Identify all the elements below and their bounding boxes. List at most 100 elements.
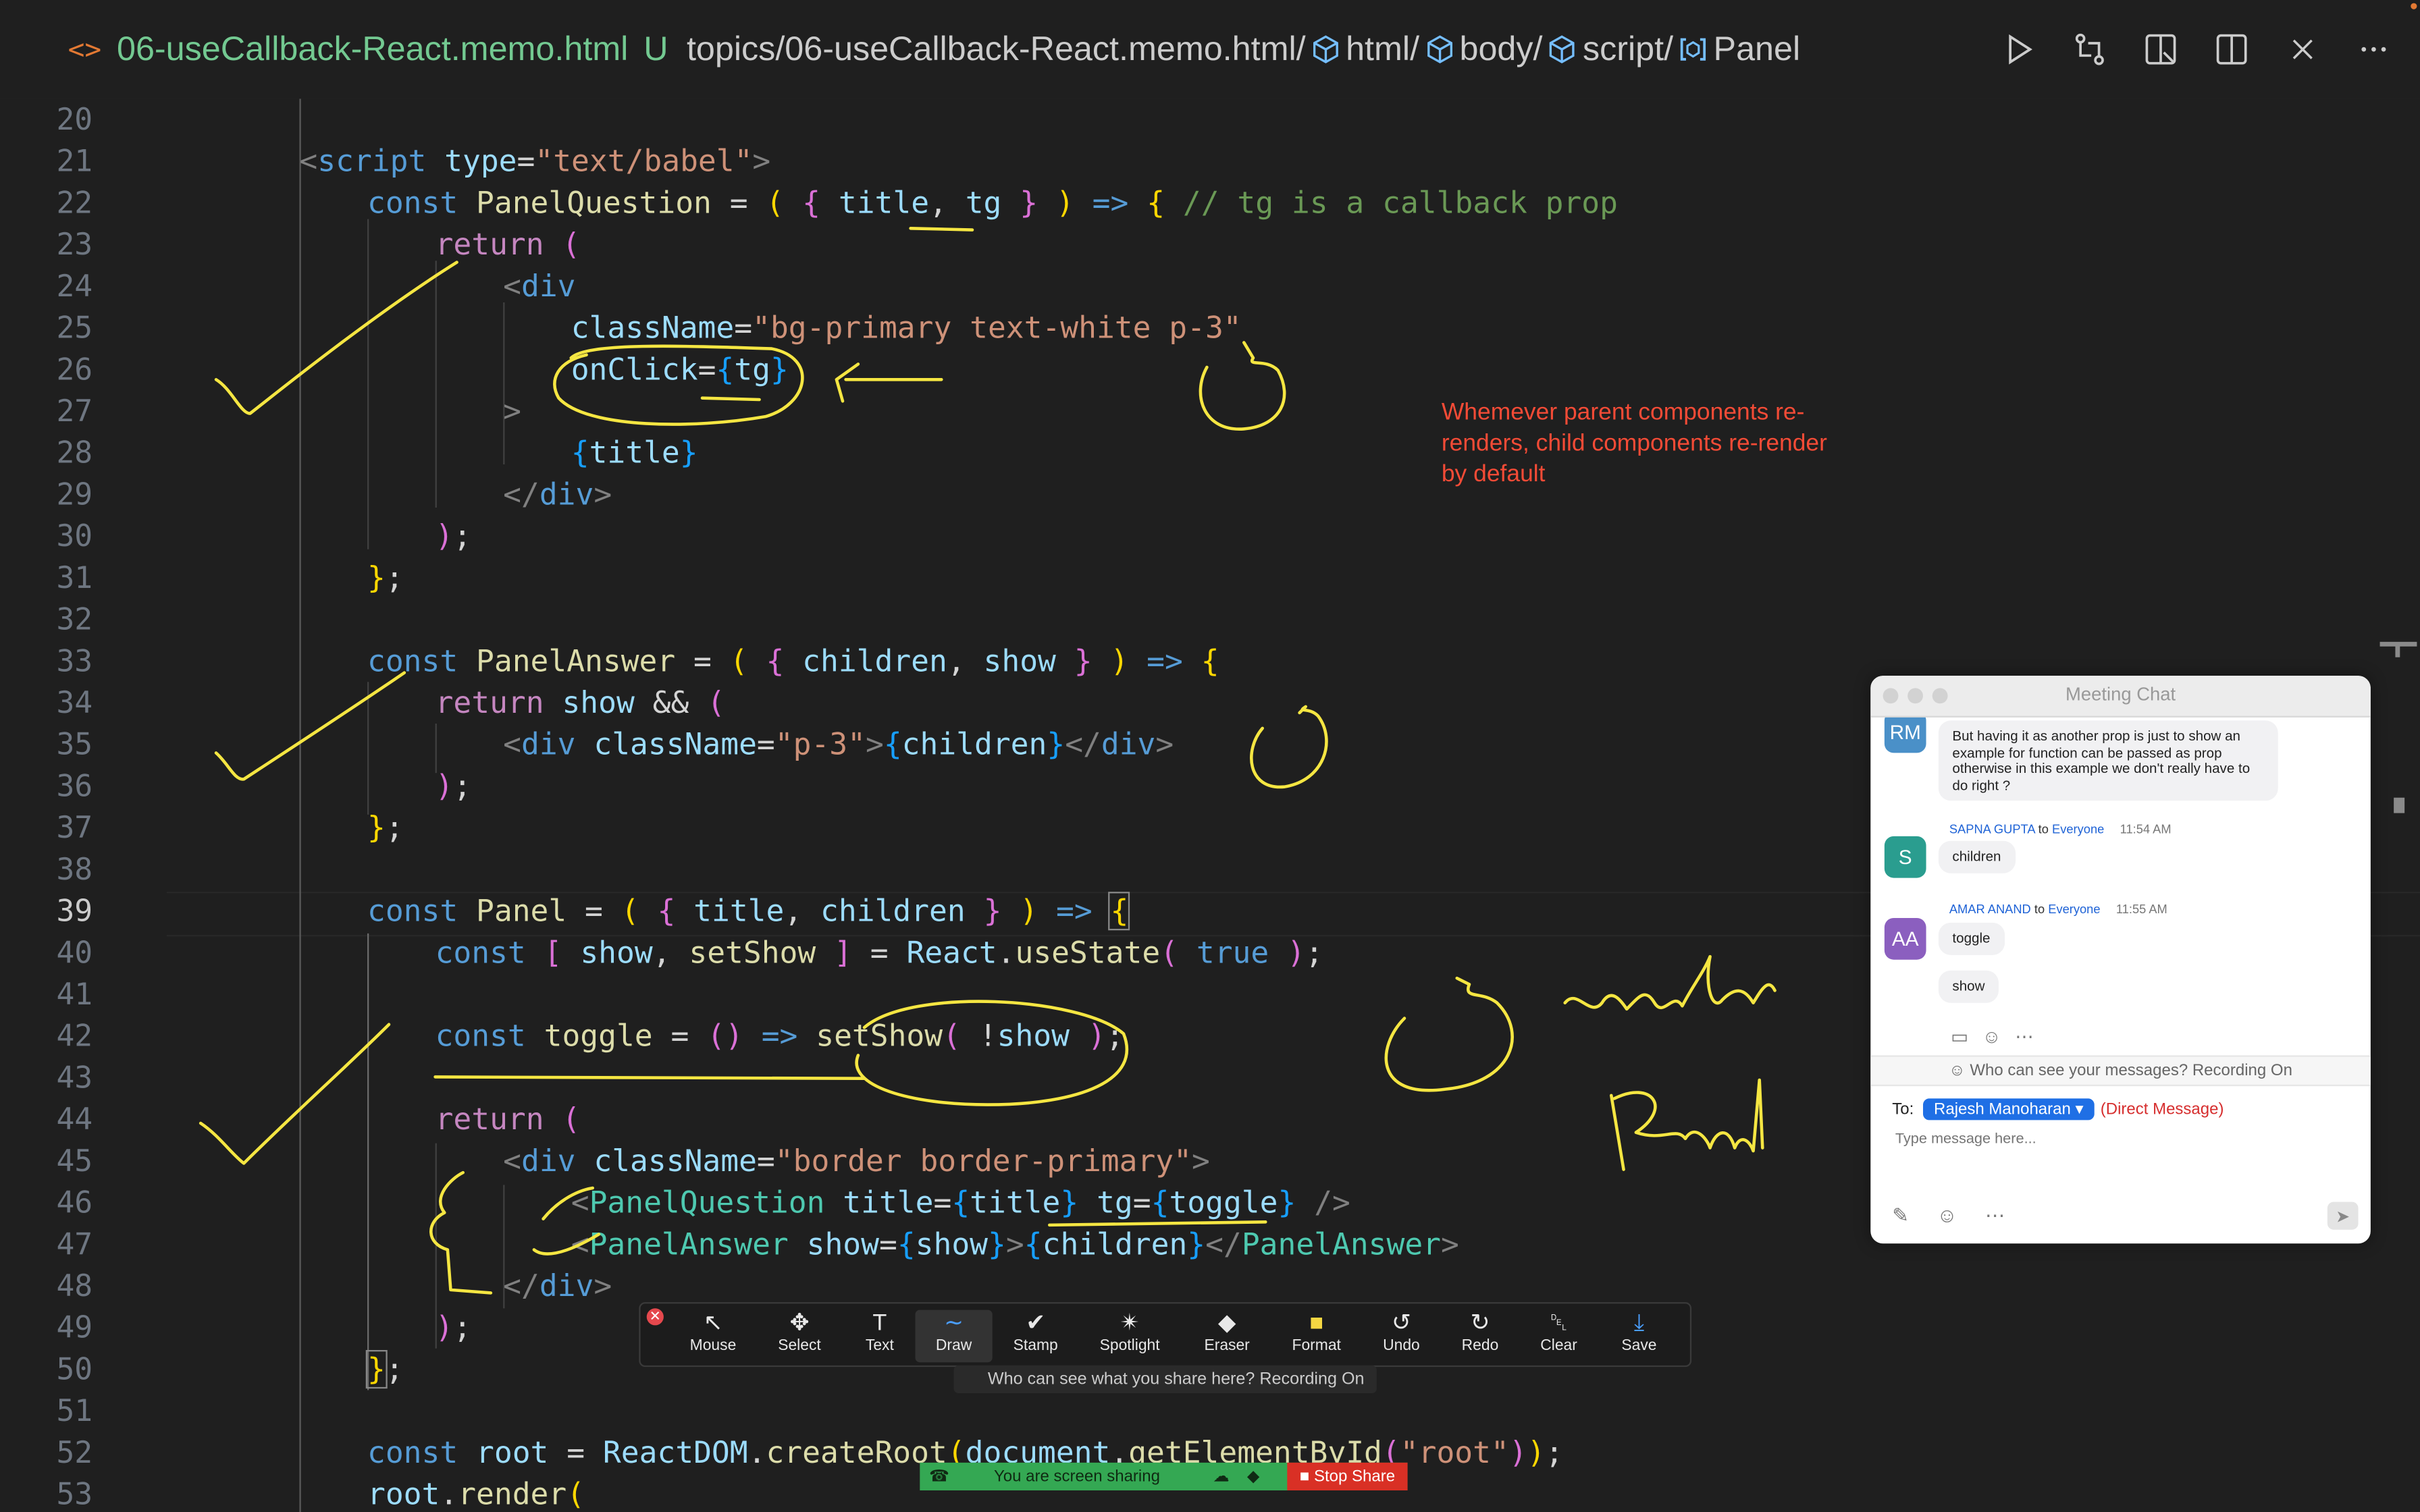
line-number: 32 — [56, 601, 93, 637]
code-line[interactable]: 30); — [0, 515, 2420, 557]
line-code: </div> — [503, 477, 612, 512]
breadcrumb[interactable]: topics/06-useCallback-React.memo.html/ h… — [687, 29, 1800, 69]
line-code: {title} — [571, 435, 698, 471]
compare-changes-icon[interactable] — [2071, 31, 2108, 68]
more-icon[interactable]: ⋯ — [2015, 1026, 2033, 1048]
line-code: const PanelAnswer = ( { children, show }… — [367, 643, 1219, 679]
code-line[interactable]: 28 {title} — [0, 432, 2420, 474]
tool-label: Stamp — [1013, 1337, 1058, 1355]
line-code: return show && ( — [435, 684, 726, 721]
line-code: const PanelQuestion = ( { title, tg } ) … — [367, 185, 1618, 221]
code-line[interactable]: 25 className="bg-primary text-white p-3" — [0, 307, 2420, 349]
close-icon[interactable] — [2284, 31, 2321, 68]
breadcrumb-panel[interactable]: Panel — [1714, 29, 1801, 69]
line-number: 44 — [56, 1101, 93, 1137]
code-line[interactable]: 24 <div — [0, 265, 2420, 307]
tool-label: Draw — [935, 1337, 972, 1355]
tool-undo[interactable]: ↺ Undo — [1363, 1310, 1440, 1363]
undo-icon: ↺ — [1392, 1310, 1411, 1336]
breadcrumb-script[interactable]: script/ — [1583, 29, 1673, 69]
message-actions: ▭ ☺ ⋯ — [1951, 1026, 2034, 1048]
code-line[interactable]: 48 </div> — [0, 1265, 2420, 1307]
privacy-notice[interactable]: ☺ Who can see your messages? Recording O… — [1870, 1055, 2371, 1087]
cube-icon — [1427, 35, 1452, 63]
split-editor-icon[interactable] — [2213, 31, 2251, 68]
chat-message-input[interactable] — [1892, 1129, 2346, 1150]
code-line[interactable]: 22 const PanelQuestion = ( { title, tg } … — [0, 182, 2420, 224]
chat-message: But having it as another prop is just to… — [1938, 720, 2278, 801]
scrollbar-marker[interactable] — [2395, 645, 2400, 657]
tool-mouse[interactable]: ↖ Mouse — [675, 1310, 752, 1363]
format-icon: ■ — [1309, 1310, 1324, 1336]
line-number: 47 — [56, 1226, 93, 1262]
line-code: > — [503, 393, 521, 429]
line-code: return ( — [435, 1101, 581, 1137]
code-line[interactable]: 31}; — [0, 557, 2420, 599]
line-number: 50 — [56, 1351, 93, 1387]
tool-format[interactable]: ■ Format — [1278, 1310, 1355, 1363]
more-icon[interactable] — [2355, 31, 2392, 68]
breadcrumb-body[interactable]: body/ — [1459, 29, 1542, 69]
stamp-icon: ✔ — [1026, 1310, 1046, 1336]
breadcrumb-html[interactable]: html/ — [1346, 29, 1419, 69]
draw-icon: ∼ — [944, 1310, 964, 1336]
recipient-select[interactable]: Rajesh Manoharan ▾ — [1923, 1098, 2095, 1120]
tool-text[interactable]: T Text — [841, 1310, 918, 1363]
share-privacy-notice[interactable]: Who can see what you share here? Recordi… — [953, 1365, 1377, 1393]
chat-titlebar[interactable]: Meeting Chat — [1870, 676, 2371, 718]
tool-label: Mouse — [689, 1337, 737, 1355]
line-number: 52 — [56, 1434, 93, 1471]
emoji-icon[interactable]: ☺ — [1937, 1204, 1957, 1228]
line-number: 46 — [56, 1185, 93, 1220]
line-number: 37 — [56, 809, 93, 846]
tool-save[interactable]: ⤓ Save — [1600, 1310, 1677, 1363]
meeting-chat-window[interactable]: Meeting Chat RM But having it as another… — [1870, 676, 2371, 1244]
code-line[interactable]: 21 <script type="text/babel"> — [0, 140, 2420, 182]
code-line[interactable]: 23 return ( — [0, 223, 2420, 265]
code-line[interactable]: 51 — [0, 1390, 2420, 1432]
html-file-icon: <> — [68, 33, 102, 66]
tool-stamp[interactable]: ✔ Stamp — [997, 1310, 1074, 1363]
code-line[interactable]: 27 > — [0, 390, 2420, 432]
code-line[interactable]: 20 — [0, 99, 2420, 140]
line-code: const Panel = ( { title, children } ) =>… — [367, 892, 1130, 931]
file-name-tab[interactable]: 06-useCallback-React.memo.html — [117, 29, 628, 69]
format-icon[interactable]: ✎ — [1892, 1204, 1909, 1228]
run-icon[interactable] — [2000, 31, 2037, 68]
recipient-row: To: Rajesh Manoharan ▾ (Direct Message) — [1892, 1098, 2224, 1120]
open-preview-icon[interactable] — [2142, 31, 2180, 68]
person-lock-icon: ☺ — [1949, 1061, 1966, 1080]
tool-spotlight[interactable]: ✴ Spotlight — [1091, 1310, 1168, 1363]
tool-draw[interactable]: ∼ Draw — [915, 1310, 993, 1363]
more-icon[interactable]: ⋯ — [1985, 1204, 2005, 1228]
chat-title: Meeting Chat — [2065, 683, 2176, 705]
close-toolbar-button[interactable]: ✕ — [646, 1308, 664, 1326]
redo-icon: ↻ — [1470, 1310, 1490, 1336]
notification-dot — [2411, 3, 2417, 9]
chat-message: children — [1938, 840, 2016, 873]
annotation-note: Whemever parent components re-renders, c… — [1441, 399, 1827, 488]
breadcrumb-path[interactable]: topics/06-useCallback-React.memo.html/ — [687, 29, 1306, 69]
scrollbar-marker[interactable] — [2394, 797, 2405, 813]
send-button[interactable]: ➤ — [2327, 1202, 2359, 1230]
stop-share-button[interactable]: ■ Stop Share — [1287, 1462, 1408, 1490]
line-code: }; — [367, 560, 404, 596]
code-line[interactable]: 32 — [0, 599, 2420, 641]
code-line[interactable]: 26 onClick={tg} — [0, 349, 2420, 391]
tool-eraser[interactable]: ◆ Eraser — [1188, 1310, 1265, 1363]
emoji-reaction-icon[interactable]: ☺ — [1982, 1026, 2001, 1048]
tool-select[interactable]: ✥ Select — [761, 1310, 838, 1363]
message-meta: SAPNA GUPTA to Everyone 11:54 AM — [1949, 822, 2172, 836]
tool-redo[interactable]: ↻ Redo — [1442, 1310, 1519, 1363]
tool-label: Redo — [1461, 1337, 1499, 1355]
tool-clear[interactable]: ␡ Clear — [1520, 1310, 1597, 1363]
cube-icon — [1550, 35, 1575, 63]
signal-icon: ☎ — [928, 1467, 949, 1486]
reply-icon[interactable]: ▭ — [1951, 1026, 1968, 1048]
chat-messages[interactable]: RM But having it as another prop is just… — [1870, 717, 2371, 1060]
line-number: 38 — [56, 851, 93, 888]
tool-label: Clear — [1540, 1337, 1577, 1355]
line-code: <PanelQuestion title={title} tg={toggle}… — [571, 1185, 1350, 1220]
tool-label: Save — [1621, 1337, 1657, 1355]
code-line[interactable]: 29 </div> — [0, 474, 2420, 516]
